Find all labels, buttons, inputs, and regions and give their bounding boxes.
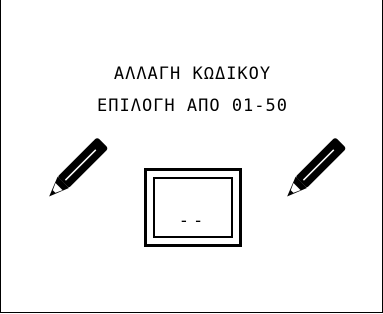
- code-value: --: [178, 211, 208, 231]
- pencil-icon: [49, 138, 108, 197]
- pencil-icon: [287, 138, 346, 197]
- lcd-screen: ΑΛΛΑΓΗ ΚΩΔΙΚΟΥ ΕΠΙΛΟΓΗ ΑΠΟ 01-50 --: [0, 0, 383, 313]
- screen-subtitle: ΕΠΙΛΟΓΗ ΑΠΟ 01-50: [97, 96, 288, 116]
- screen-title: ΑΛΛΑΓΗ ΚΩΔΙΚΟΥ: [113, 64, 272, 84]
- code-entry-box[interactable]: --: [144, 168, 242, 247]
